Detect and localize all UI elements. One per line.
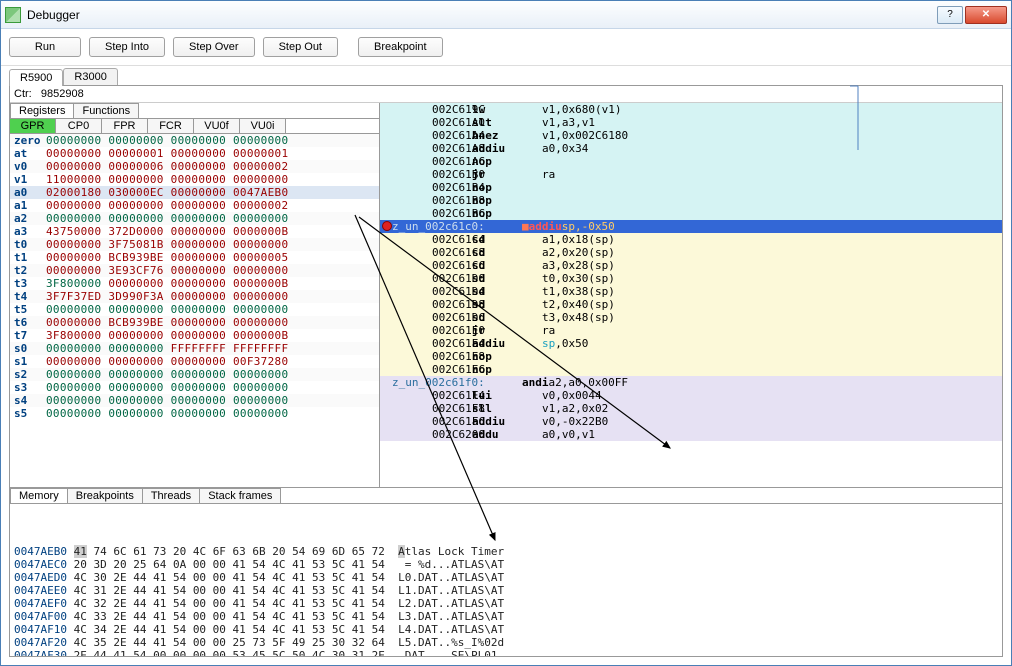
debugger-window: Debugger ? ✕ Run Step Into Step Over Ste… bbox=[0, 0, 1012, 666]
register-row[interactable]: s400000000 00000000 00000000 00000000 bbox=[10, 394, 379, 407]
memory-row[interactable]: 0047AEE0 4C 31 2E 44 41 54 00 00 41 54 4… bbox=[14, 584, 998, 597]
memory-row[interactable]: 0047AEB0 41 74 6C 61 73 20 4C 6F 63 6B 2… bbox=[14, 545, 998, 558]
disasm-row[interactable]: 002C61F4luiv0,0x0044 bbox=[380, 389, 1002, 402]
disasm-row[interactable]: 002C61D4sdt1,0x38(sp) bbox=[380, 285, 1002, 298]
memory-row[interactable]: 0047AEF0 4C 32 2E 44 41 54 00 00 41 54 4… bbox=[14, 597, 998, 610]
disasm-row[interactable]: 002C61E8nop bbox=[380, 350, 1002, 363]
memory-row[interactable]: 0047AF20 4C 35 2E 44 41 54 00 00 25 73 5… bbox=[14, 636, 998, 649]
breakpoint-icon bbox=[382, 221, 392, 231]
breakpoint-button[interactable]: Breakpoint bbox=[358, 37, 443, 57]
memory-row[interactable]: 0047AF10 4C 34 2E 44 41 54 00 00 41 54 4… bbox=[14, 623, 998, 636]
disasm-row[interactable]: 002C61B8nop bbox=[380, 194, 1002, 207]
register-row[interactable]: zero00000000 00000000 00000000 00000000 bbox=[10, 134, 379, 147]
register-row[interactable]: t600000000 BCB939BE 00000000 00000000 bbox=[10, 316, 379, 329]
tab-stack-frames[interactable]: Stack frames bbox=[199, 488, 281, 503]
left-pane: Registers Functions GPR CP0 FPR FCR VU0f… bbox=[10, 103, 380, 487]
ctr-value: 9852908 bbox=[41, 88, 84, 100]
register-row[interactable]: t100000000 BCB939BE 00000000 00000005 bbox=[10, 251, 379, 264]
step-over-button[interactable]: Step Over bbox=[173, 37, 255, 57]
disasm-row[interactable]: 002C61ACnop bbox=[380, 155, 1002, 168]
reg-cat-fcr[interactable]: FCR bbox=[148, 119, 194, 133]
tab-memory[interactable]: Memory bbox=[10, 488, 68, 503]
register-row[interactable]: s500000000 00000000 00000000 00000000 bbox=[10, 407, 379, 420]
disasm-row[interactable]: 002C61A4bnezv1,0x002C6180 bbox=[380, 129, 1002, 142]
window-title: Debugger bbox=[27, 8, 937, 22]
disasm-row[interactable]: z_un_002c61c0:■addiu sp,-0x50 bbox=[380, 220, 1002, 233]
register-row[interactable]: s000000000 00000000 FFFFFFFF FFFFFFFF bbox=[10, 342, 379, 355]
register-row[interactable]: t43F7F37ED 3D990F3A 00000000 00000000 bbox=[10, 290, 379, 303]
reg-cat-fpr[interactable]: FPR bbox=[102, 119, 148, 133]
register-row[interactable]: at00000000 00000001 00000000 00000001 bbox=[10, 147, 379, 160]
disasm-row[interactable]: 002C61E0jrra bbox=[380, 324, 1002, 337]
processor-tabs: R5900 R3000 bbox=[1, 66, 1011, 85]
content-area: Ctr: 9852908 Registers Functions GPR CP0… bbox=[9, 85, 1003, 657]
disasm-row[interactable]: 002C61D0sdt0,0x30(sp) bbox=[380, 272, 1002, 285]
ctr-label: Ctr: bbox=[14, 88, 32, 100]
disasm-row[interactable]: 002C61A0sltv1,a3,v1 bbox=[380, 116, 1002, 129]
disasm-row[interactable]: z_un_002c61f0:andi a2,a0,0x00FF bbox=[380, 376, 1002, 389]
reg-cat-vu0i[interactable]: VU0i bbox=[240, 119, 286, 133]
disasm-row[interactable]: 002C61B4nop bbox=[380, 181, 1002, 194]
register-row[interactable]: t500000000 00000000 00000000 00000000 bbox=[10, 303, 379, 316]
toolbar: Run Step Into Step Over Step Out Breakpo… bbox=[1, 29, 1011, 66]
disasm-row[interactable]: 002C61E4addiusp,0x50 bbox=[380, 337, 1002, 350]
disasm-row[interactable]: 002C61D8sdt2,0x40(sp) bbox=[380, 298, 1002, 311]
tab-breakpoints[interactable]: Breakpoints bbox=[67, 488, 143, 503]
register-row[interactable]: t200000000 3E93CF76 00000000 00000000 bbox=[10, 264, 379, 277]
register-row[interactable]: a002000180 030000EC 00000000 0047AEB0 bbox=[10, 186, 379, 199]
tab-functions[interactable]: Functions bbox=[73, 103, 139, 118]
titlebar[interactable]: Debugger ? ✕ bbox=[1, 1, 1011, 29]
reg-cat-gpr[interactable]: GPR bbox=[10, 119, 56, 133]
tab-registers[interactable]: Registers bbox=[10, 103, 74, 118]
memory-view[interactable]: "Atlas Lock Timer = 2." 0047AEB0 41 74 6… bbox=[10, 504, 1002, 656]
register-row[interactable]: s100000000 00000000 00000000 00F37280 bbox=[10, 355, 379, 368]
register-row[interactable]: a200000000 00000000 00000000 00000000 bbox=[10, 212, 379, 225]
disasm-row[interactable]: 002C61A8addiua0,0x34 bbox=[380, 142, 1002, 155]
register-row[interactable]: v111000000 00000000 00000000 00000000 bbox=[10, 173, 379, 186]
reg-cat-vu0f[interactable]: VU0f bbox=[194, 119, 240, 133]
tab-r5900[interactable]: R5900 bbox=[9, 69, 63, 86]
disasm-row[interactable]: 002C61C8sda2,0x20(sp) bbox=[380, 246, 1002, 259]
cycle-counter: Ctr: 9852908 bbox=[10, 86, 1002, 103]
bottom-pane: Memory Breakpoints Threads Stack frames … bbox=[10, 488, 1002, 656]
disasm-row[interactable]: 002C619Clwv1,0x680(v1) bbox=[380, 103, 1002, 116]
close-button[interactable]: ✕ bbox=[965, 6, 1007, 24]
disasm-row[interactable]: 002C61BCnop bbox=[380, 207, 1002, 220]
register-row[interactable]: t000000000 3F75081B 00000000 00000000 bbox=[10, 238, 379, 251]
disasm-row[interactable]: 002C61FCaddiuv0,-0x22B0 bbox=[380, 415, 1002, 428]
memory-row[interactable]: 0047AED0 4C 30 2E 44 41 54 00 00 41 54 4… bbox=[14, 571, 998, 584]
disasm-row[interactable]: 002C6200addua0,v0,v1 bbox=[380, 428, 1002, 441]
help-button[interactable]: ? bbox=[937, 6, 963, 24]
memory-row[interactable]: 0047AF30 2E 44 41 54 00 00 00 00 53 45 5… bbox=[14, 649, 998, 656]
step-out-button[interactable]: Step Out bbox=[263, 37, 338, 57]
register-row[interactable]: s300000000 00000000 00000000 00000000 bbox=[10, 381, 379, 394]
register-row[interactable]: t73F800000 00000000 00000000 0000000B bbox=[10, 329, 379, 342]
register-list[interactable]: zero00000000 00000000 00000000 00000000a… bbox=[10, 134, 379, 487]
register-row[interactable]: a100000000 00000000 00000000 00000002 bbox=[10, 199, 379, 212]
reg-cat-cp0[interactable]: CP0 bbox=[56, 119, 102, 133]
memory-row[interactable]: 0047AF00 4C 33 2E 44 41 54 00 00 41 54 4… bbox=[14, 610, 998, 623]
register-category-header: GPR CP0 FPR FCR VU0f VU0i bbox=[10, 119, 379, 134]
step-into-button[interactable]: Step Into bbox=[89, 37, 165, 57]
tab-r3000[interactable]: R3000 bbox=[63, 68, 117, 85]
register-row[interactable]: s200000000 00000000 00000000 00000000 bbox=[10, 368, 379, 381]
app-icon bbox=[5, 7, 21, 23]
disasm-row[interactable]: 002C61DCsdt3,0x48(sp) bbox=[380, 311, 1002, 324]
disasm-row[interactable]: 002C61ECnop bbox=[380, 363, 1002, 376]
disasm-row[interactable]: 002C61B0jrra bbox=[380, 168, 1002, 181]
disasm-row[interactable]: 002C61F8sllv1,a2,0x02 bbox=[380, 402, 1002, 415]
memory-row[interactable]: 0047AEC0 20 3D 20 25 64 0A 00 00 41 54 4… bbox=[14, 558, 998, 571]
register-row[interactable]: t33F800000 00000000 00000000 0000000B bbox=[10, 277, 379, 290]
register-row[interactable]: v000000000 00000006 00000000 00000002 bbox=[10, 160, 379, 173]
disasm-row[interactable]: 002C61C4sda1,0x18(sp) bbox=[380, 233, 1002, 246]
disasm-row[interactable]: 002C61CCsda3,0x28(sp) bbox=[380, 259, 1002, 272]
tab-threads[interactable]: Threads bbox=[142, 488, 200, 503]
run-button[interactable]: Run bbox=[9, 37, 81, 57]
disassembly-pane[interactable]: 002C619Clwv1,0x680(v1)002C61A0sltv1,a3,v… bbox=[380, 103, 1002, 487]
register-row[interactable]: a343750000 372D0000 00000000 0000000B bbox=[10, 225, 379, 238]
